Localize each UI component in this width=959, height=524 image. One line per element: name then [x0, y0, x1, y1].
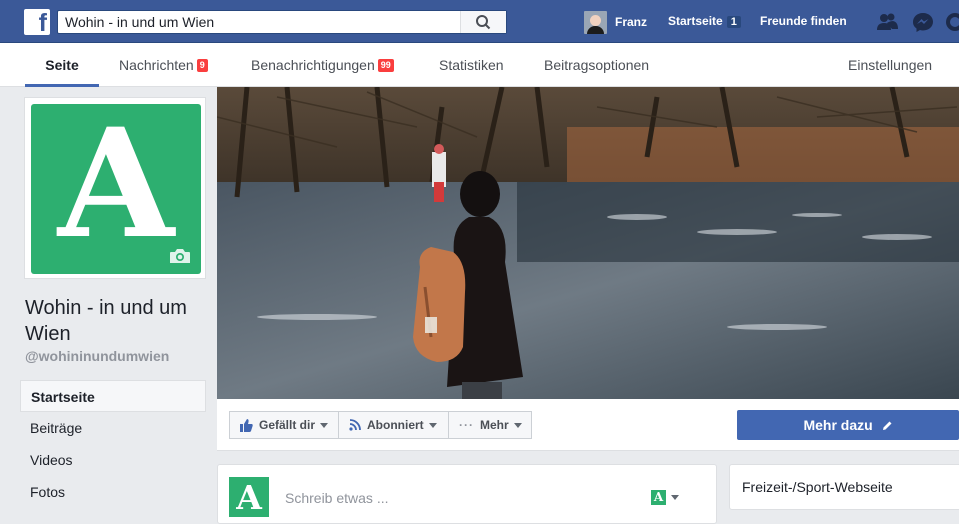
messenger-icon[interactable]: [912, 12, 934, 32]
chevron-down-icon: [320, 422, 329, 428]
learn-more-label: Mehr dazu: [803, 417, 873, 433]
thumbs-up-icon: [240, 418, 253, 432]
facebook-logo-icon[interactable]: f: [24, 9, 50, 35]
more-options-button[interactable]: ··· Mehr: [448, 411, 532, 439]
search-icon: [476, 15, 491, 30]
follow-button-label: Abonniert: [367, 418, 424, 432]
search-button[interactable]: [460, 11, 506, 33]
tab-page[interactable]: Seite: [25, 43, 99, 87]
sidebar-item-videos[interactable]: Videos: [20, 444, 206, 476]
tab-publishing-tools[interactable]: Beitragsoptionen: [544, 43, 649, 87]
like-button[interactable]: Gefällt dir: [229, 411, 339, 439]
home-link[interactable]: Startseite 1: [668, 14, 741, 28]
tab-publishing-tools-label: Beitragsoptionen: [544, 57, 650, 73]
tab-messages[interactable]: Nachrichten 9: [119, 43, 208, 87]
tab-insights-label: Statistiken: [439, 57, 504, 73]
avatar: A: [229, 477, 269, 517]
avatar: [584, 10, 607, 34]
composer-input[interactable]: Schreib etwas ...: [285, 490, 389, 506]
cover-photo[interactable]: [217, 87, 959, 399]
page-actions-bar: Gefällt dir Abonniert ··· Mehr Mehr dazu: [217, 399, 959, 451]
notifications-globe-icon[interactable]: [944, 12, 959, 32]
post-composer[interactable]: A Schreib etwas ... A: [217, 464, 717, 524]
cover-photo-image: [217, 87, 959, 399]
sidebar-item-posts[interactable]: Beiträge: [20, 412, 206, 444]
notifications-count-badge: 99: [377, 59, 394, 72]
page-title[interactable]: Wohin - in und um Wien: [25, 295, 205, 347]
page-username[interactable]: @wohininundumwien: [25, 348, 169, 364]
friend-requests-icon[interactable]: [876, 12, 898, 32]
tab-insights[interactable]: Statistiken: [439, 43, 504, 87]
tab-messages-label: Nachrichten: [119, 57, 194, 73]
like-button-label: Gefällt dir: [259, 418, 316, 432]
search-input[interactable]: Wohin - in und um Wien: [65, 14, 214, 30]
sidebar-item-photos[interactable]: Fotos: [20, 476, 206, 508]
find-friends-link[interactable]: Freunde finden: [760, 14, 847, 28]
follow-button[interactable]: Abonniert: [338, 411, 449, 439]
home-count-badge: 1: [726, 16, 741, 28]
top-bar: f Wohin - in und um Wien Franz Startseit…: [0, 0, 959, 43]
tab-notifications[interactable]: Benachrichtigungen 99: [251, 43, 394, 87]
user-name: Franz: [615, 15, 648, 29]
user-profile-link[interactable]: Franz: [584, 10, 647, 34]
profile-picture-frame[interactable]: A: [24, 97, 206, 279]
chevron-down-icon: [513, 422, 522, 428]
rss-icon: [349, 419, 361, 431]
search-field[interactable]: Wohin - in und um Wien: [57, 10, 507, 34]
profile-picture[interactable]: A: [31, 104, 201, 274]
pencil-icon[interactable]: [882, 420, 893, 431]
page-admin-nav: Seite Nachrichten 9 Benachrichtigungen 99 …: [0, 43, 959, 87]
page-category[interactable]: Freizeit-/Sport-Webseite: [729, 464, 959, 510]
chevron-down-icon: [671, 495, 679, 500]
page-sidebar-nav: Startseite Beiträge Videos Fotos: [20, 380, 206, 508]
page-identity-avatar: A: [651, 490, 666, 505]
camera-icon[interactable]: [169, 248, 191, 264]
sidebar-item-home[interactable]: Startseite: [20, 380, 206, 412]
tab-notifications-label: Benachrichtigungen: [251, 57, 375, 73]
more-dots-icon: ···: [459, 418, 474, 432]
tab-page-label: Seite: [45, 57, 79, 73]
post-as-selector[interactable]: A: [651, 490, 679, 505]
chevron-down-icon: [428, 422, 437, 428]
learn-more-button[interactable]: Mehr dazu: [737, 410, 959, 440]
more-options-label: Mehr: [480, 418, 509, 432]
tab-settings[interactable]: Einstellungen: [848, 43, 932, 87]
messages-count-badge: 9: [196, 59, 208, 72]
home-label: Startseite: [668, 14, 723, 28]
profile-logo-letter: A: [57, 104, 175, 272]
